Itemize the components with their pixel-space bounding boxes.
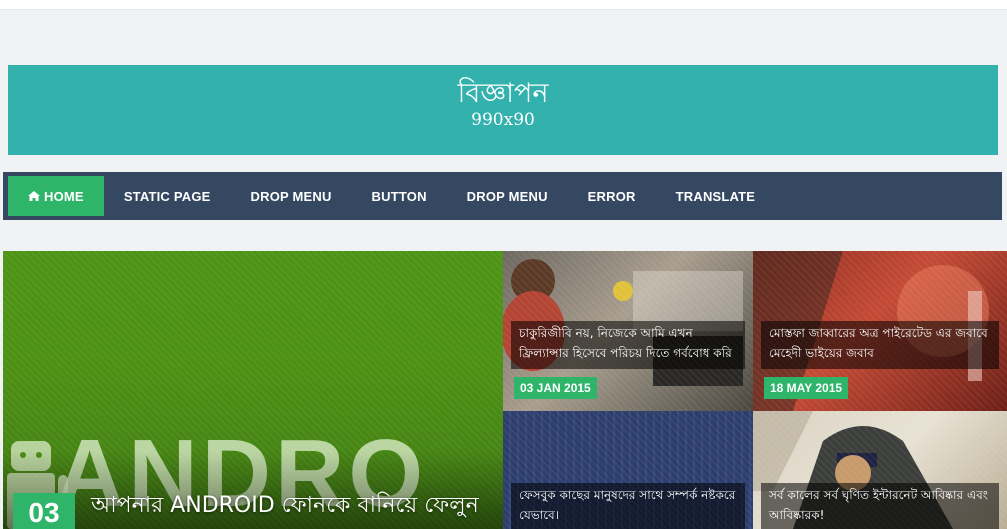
post-title[interactable]: সর্ব কালের সর্ব ঘৃণিত ইন্টারনেট আবিষ্কার… (761, 483, 999, 529)
nav-item-label: DROP MENU (250, 188, 332, 204)
nav-item-label: ERROR (587, 188, 636, 204)
nav-item-translate[interactable]: TRANSLATE (656, 176, 776, 216)
post-title[interactable]: চাকুরিজীবি নয়, নিজেকে আমি এখন ফ্রিল্যান… (511, 321, 745, 369)
post-number-badge: 03 (13, 493, 75, 529)
featured-grid: ANDRO 03 আপনার ANDROID ফোনকে বানিয়ে ফেল… (3, 251, 1007, 529)
nav-item-label: STATIC PAGE (123, 188, 211, 204)
post-date-badge: 03 JAN 2015 (514, 377, 597, 399)
ad-title: বিজ্ঞাপন (457, 78, 549, 109)
main-nav: HOME STATIC PAGE DROP MENU BUTTON DROP M… (3, 172, 1002, 220)
main-post-title[interactable]: আপনার ANDROID ফোনকে বানিয়ে ফেলুন (91, 489, 479, 523)
ad-size: 990x90 (471, 110, 535, 130)
nav-item-drop-menu[interactable]: DROP MENU (231, 176, 352, 216)
featured-post-2[interactable]: মোস্তফা জাব্বারের অত্র পাইরেটেড এর জবাবে… (753, 251, 1007, 411)
nav-item-label: HOME (44, 188, 84, 204)
ad-banner[interactable]: বিজ্ঞাপন 990x90 (8, 65, 998, 155)
nav-item-label: TRANSLATE (675, 188, 756, 204)
nav-item-button[interactable]: BUTTON (352, 176, 447, 216)
top-bar (0, 0, 1007, 10)
featured-post-3[interactable]: ফেসবুক কাছের মানুষদের সাথে সম্পর্ক নষ্টক… (503, 411, 753, 529)
post-title[interactable]: ফেসবুক কাছের মানুষদের সাথে সম্পর্ক নষ্টক… (511, 483, 745, 529)
post-date-badge: 18 MAY 2015 (764, 377, 849, 399)
post-title[interactable]: মোস্তফা জাব্বারের অত্র পাইরেটেড এর জবাবে… (761, 321, 999, 369)
nav-item-static-page[interactable]: STATIC PAGE (104, 176, 231, 216)
featured-post-1[interactable]: চাকুরিজীবি নয়, নিজেকে আমি এখন ফ্রিল্যান… (503, 251, 753, 411)
nav-item-label: BUTTON (371, 188, 427, 204)
nav-item-label: DROP MENU (466, 188, 548, 204)
nav-item-error[interactable]: ERROR (568, 176, 656, 216)
featured-post-4[interactable]: সর্ব কালের সর্ব ঘৃণিত ইন্টারনেট আবিষ্কার… (753, 411, 1007, 529)
home-icon (28, 191, 40, 201)
nav-item-drop-menu-2[interactable]: DROP MENU (447, 176, 568, 216)
nav-item-home[interactable]: HOME (8, 176, 104, 216)
featured-main-post[interactable]: ANDRO 03 আপনার ANDROID ফোনকে বানিয়ে ফেল… (3, 251, 503, 529)
